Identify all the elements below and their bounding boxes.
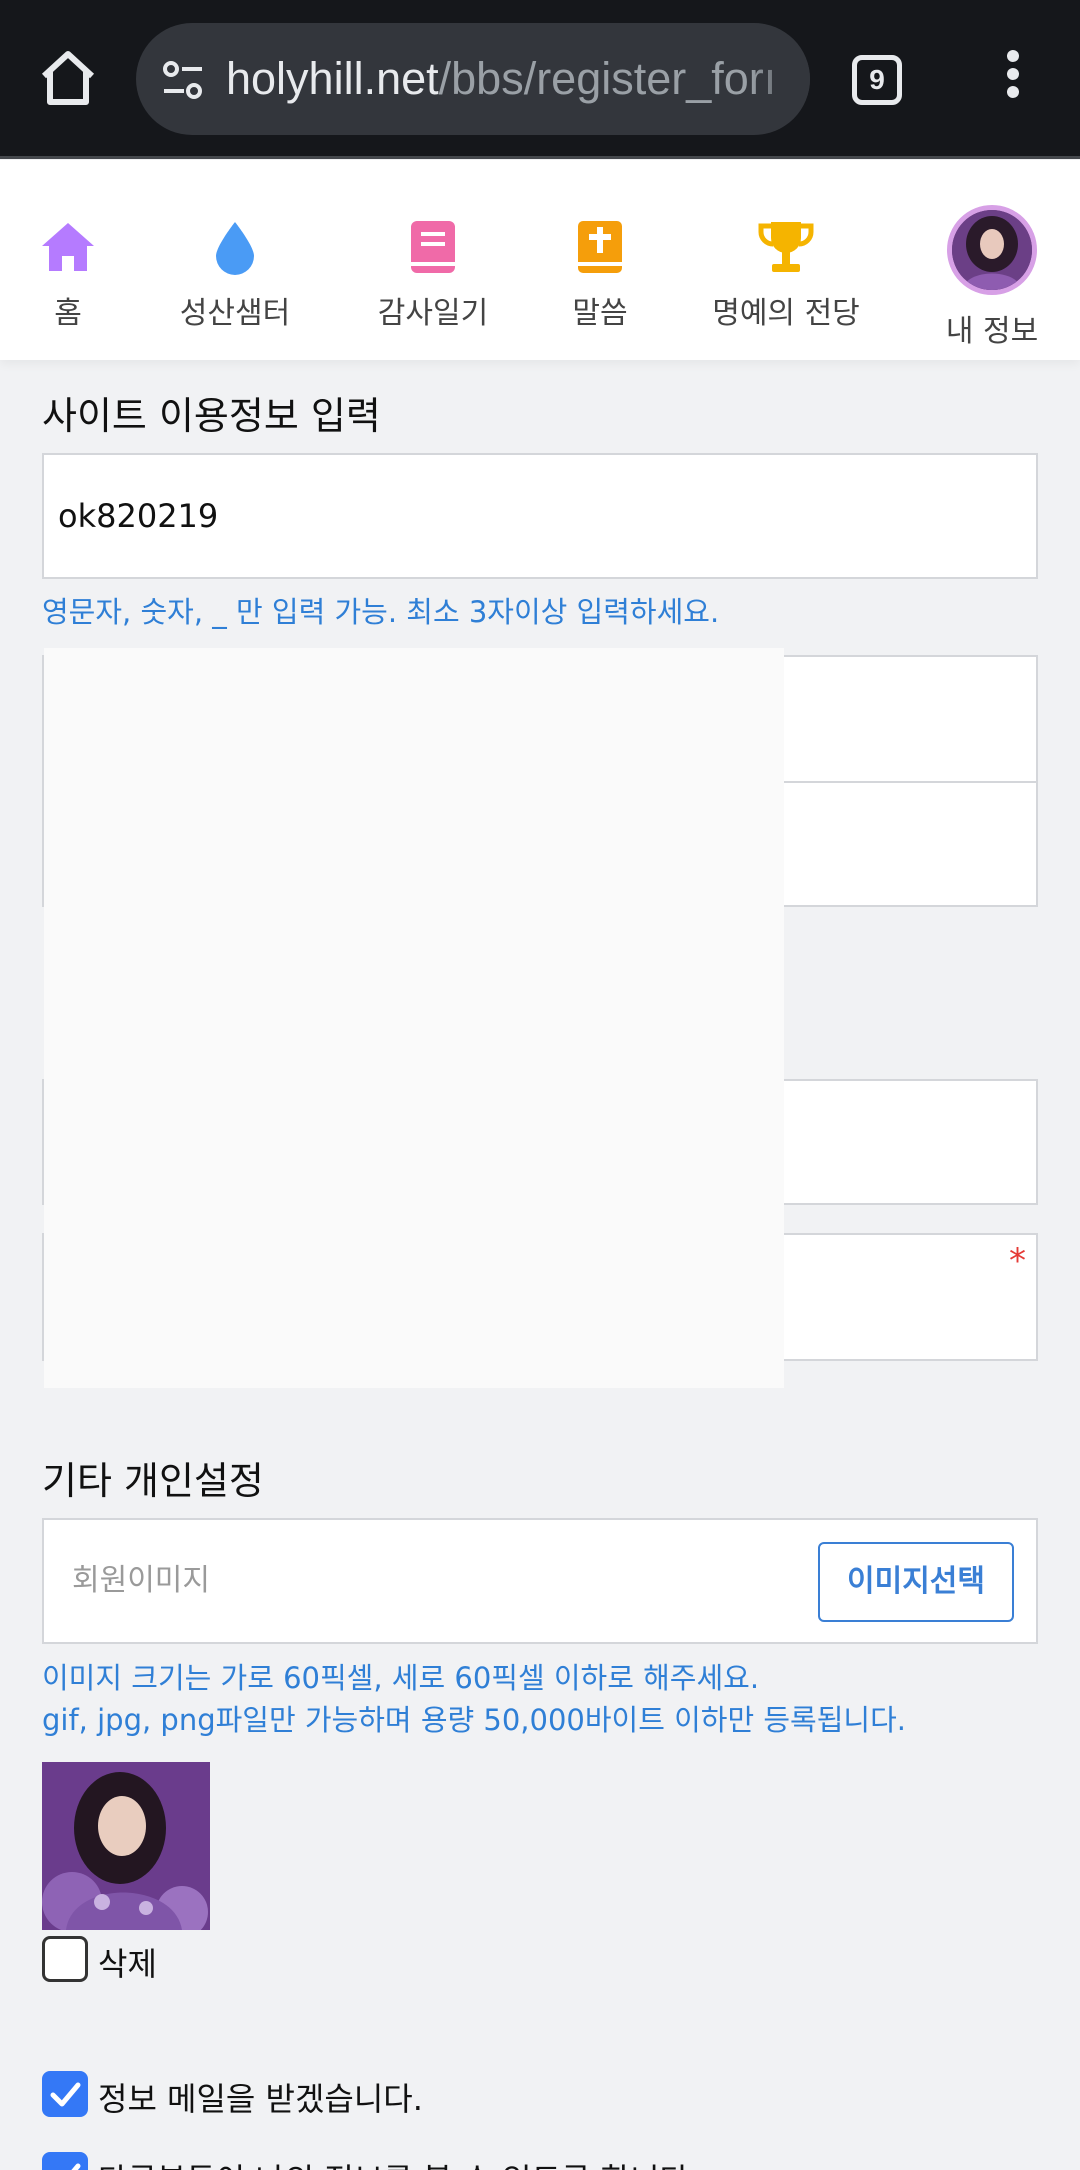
user-id-value: ok820219 — [58, 497, 219, 535]
url-host: holyhill.net — [226, 53, 439, 104]
user-id-hint: 영문자, 숫자, _ 만 입력 가능. 최소 3자이상 입력하세요. — [42, 595, 720, 629]
tab-switcher-button[interactable]: 9 — [852, 55, 902, 105]
nav-label: 성산샘터 — [179, 296, 291, 331]
home-icon[interactable] — [36, 46, 100, 110]
nav-label: 감사일기 — [377, 296, 489, 331]
nav-item-hall-of-fame[interactable]: 명예의 전당 — [700, 160, 872, 360]
nav-item-word[interactable]: 말씀 — [555, 160, 645, 360]
tune-icon[interactable] — [158, 55, 208, 105]
nav-label: 말씀 — [572, 296, 628, 331]
public-info-checkbox[interactable] — [42, 2152, 88, 2170]
house-icon — [42, 223, 94, 271]
app-nav: 홈 성산샘터 감사일기 말씀 명예의 전당 내 정보 — [0, 160, 1080, 360]
section-title-personal: 기타 개인설정 — [42, 1459, 264, 1503]
required-marker: * — [1009, 1241, 1026, 1281]
more-vert-icon[interactable] — [990, 50, 1036, 110]
trophy-icon — [758, 222, 814, 272]
browser-toolbar: holyhill.net/bbs/register_forı 9 — [0, 0, 1080, 159]
member-image-placeholder: 회원이미지 — [72, 1563, 210, 1598]
delete-image-label: 삭제 — [98, 1945, 157, 1983]
nav-label: 홈 — [54, 296, 82, 331]
url-text[interactable]: holyhill.net/bbs/register_forı — [226, 23, 776, 135]
mail-optin-checkbox[interactable] — [42, 2071, 88, 2117]
toolbar-divider — [0, 156, 1080, 159]
address-bar[interactable]: holyhill.net/bbs/register_forı — [136, 23, 810, 135]
url-fade — [750, 23, 810, 135]
delete-image-checkbox[interactable] — [42, 1936, 88, 1982]
public-info-label: 다른분들이 나의 정보를 볼 수 있도록 합니다. — [98, 2155, 699, 2170]
member-photo — [42, 1762, 210, 1930]
nav-label: 내 정보 — [945, 314, 1039, 349]
user-id-field[interactable]: ok820219 — [42, 453, 1038, 579]
book-icon — [411, 221, 455, 273]
mail-optin-label: 정보 메일을 받겠습니다. — [98, 2080, 423, 2118]
member-image-field[interactable]: 회원이미지 이미지선택 — [42, 1518, 1038, 1644]
url-path: /bbs/register_forı — [438, 53, 777, 104]
check-icon — [71, 2163, 81, 2170]
check-icon — [50, 2082, 81, 2107]
bible-icon — [578, 221, 622, 273]
nav-label: 명예의 전당 — [712, 296, 860, 331]
nav-item-gratitude-diary[interactable]: 감사일기 — [368, 160, 498, 360]
image-size-hint: 이미지 크기는 가로 60픽셀, 세로 60픽셀 이하로 해주세요. — [42, 1661, 760, 1695]
image-format-hint: gif, jpg, png파일만 가능하며 용량 50,000바이트 이하만 등… — [42, 1703, 906, 1737]
water-drop-icon — [216, 222, 254, 275]
nav-item-my-info[interactable]: 내 정보 — [930, 160, 1054, 360]
section-title-site-info: 사이트 이용정보 입력 — [42, 394, 381, 438]
select-image-button[interactable]: 이미지선택 — [818, 1542, 1014, 1622]
nav-item-home[interactable]: 홈 — [20, 160, 116, 360]
overlay-panel — [44, 648, 784, 1388]
avatar — [947, 205, 1037, 295]
nav-item-samteo[interactable]: 성산샘터 — [170, 160, 300, 360]
